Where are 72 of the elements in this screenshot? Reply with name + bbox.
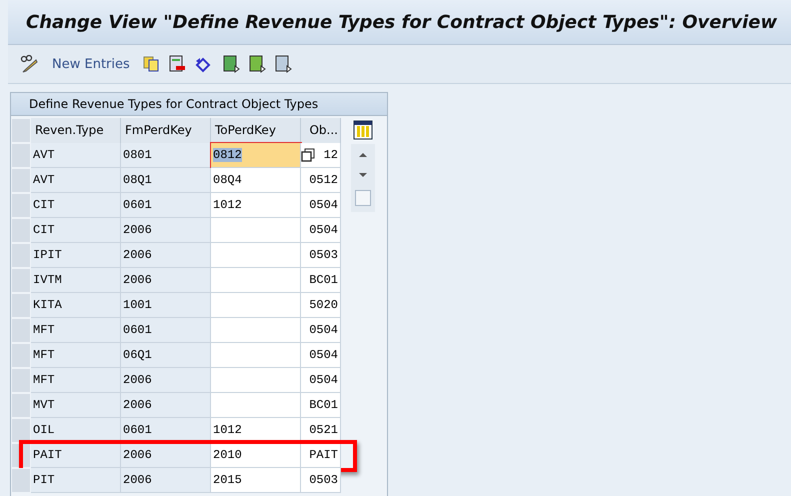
table-cell: 2006	[121, 443, 211, 468]
input-field[interactable]	[211, 368, 301, 393]
table-cell: 0601	[121, 318, 211, 343]
table-cell: PAIT	[31, 443, 121, 468]
input-field[interactable]: 12	[301, 143, 341, 168]
table-cell: 0601	[121, 193, 211, 218]
delete-row-icon[interactable]	[168, 55, 186, 73]
document-icon[interactable]	[274, 55, 292, 73]
copy-icon[interactable]	[301, 148, 315, 162]
input-field[interactable]: PAIT	[301, 443, 341, 468]
input-field[interactable]	[211, 343, 301, 368]
table-cell: MFT	[31, 318, 121, 343]
table-cell: 2006	[121, 468, 211, 493]
input-field[interactable]	[211, 268, 301, 293]
input-field[interactable]	[211, 243, 301, 268]
document-icon[interactable]	[222, 55, 240, 73]
column-header[interactable]: ToPerdKey	[211, 118, 301, 143]
document-icon[interactable]	[248, 55, 266, 73]
input-field[interactable]: 1012	[211, 193, 301, 218]
column-settings-icon[interactable]	[353, 120, 373, 140]
input-field[interactable]: 0503	[301, 243, 341, 268]
input-field[interactable]: 0503	[301, 468, 341, 493]
input-field[interactable]	[211, 293, 301, 318]
input-field[interactable]: BC01	[301, 393, 341, 418]
input-field[interactable]: 0504	[301, 218, 341, 243]
glasses-pencil-icon[interactable]	[20, 55, 40, 73]
table-cell: 2006	[121, 218, 211, 243]
column-header[interactable]: FmPerdKey	[121, 118, 211, 143]
input-field[interactable]	[211, 318, 301, 343]
input-field[interactable]: 2010	[211, 443, 301, 468]
table-cell: 2006	[121, 368, 211, 393]
scroll-down-icon[interactable]	[357, 170, 369, 180]
input-field[interactable]: 08Q4	[211, 168, 301, 193]
input-field[interactable]: 0504	[301, 343, 341, 368]
copy-icon[interactable]	[142, 55, 160, 73]
scroll-thumb[interactable]	[355, 190, 371, 206]
table-cell: PIT	[31, 468, 121, 493]
table-cell: 06Q1	[121, 343, 211, 368]
input-field[interactable]: 0812	[211, 143, 301, 168]
input-field[interactable]: 0504	[301, 193, 341, 218]
table-cell: AVT	[31, 168, 121, 193]
table-cell: 2006	[121, 393, 211, 418]
table-cell: 2006	[121, 268, 211, 293]
table-cell: 2006	[121, 243, 211, 268]
table-cell: 0801	[121, 143, 211, 168]
input-field[interactable]	[211, 218, 301, 243]
input-field[interactable]	[211, 393, 301, 418]
table-cell: IVTM	[31, 268, 121, 293]
input-field[interactable]: 2015	[211, 468, 301, 493]
input-field[interactable]: 0504	[301, 318, 341, 343]
table-cell: MVT	[31, 393, 121, 418]
input-field[interactable]: 5020	[301, 293, 341, 318]
select-all-button[interactable]	[11, 118, 31, 143]
column-header[interactable]: Ob...	[301, 118, 341, 143]
table-title: Define Revenue Types for Contract Object Types	[11, 93, 387, 116]
new-entries-button[interactable]: New Entries	[48, 56, 134, 72]
table-cell: MFT	[31, 343, 121, 368]
table-cell: 08Q1	[121, 168, 211, 193]
input-field[interactable]: 0512	[301, 168, 341, 193]
table-cell: KITA	[31, 293, 121, 318]
row-selector[interactable]	[11, 418, 31, 443]
input-field[interactable]: BC01	[301, 268, 341, 293]
table-cell: CIT	[31, 193, 121, 218]
table-cell: MFT	[31, 368, 121, 393]
table-cell: 1001	[121, 293, 211, 318]
scroll-up-icon[interactable]	[357, 150, 369, 160]
input-field[interactable]: 0504	[301, 368, 341, 393]
window-title: Change View "Define Revenue Types for Contract Object Types": Overview	[26, 12, 778, 32]
table-cell: IPIT	[31, 243, 121, 268]
column-header[interactable]: Reven.Type	[31, 118, 121, 143]
table-cell: AVT	[31, 143, 121, 168]
table-cell: CIT	[31, 218, 121, 243]
